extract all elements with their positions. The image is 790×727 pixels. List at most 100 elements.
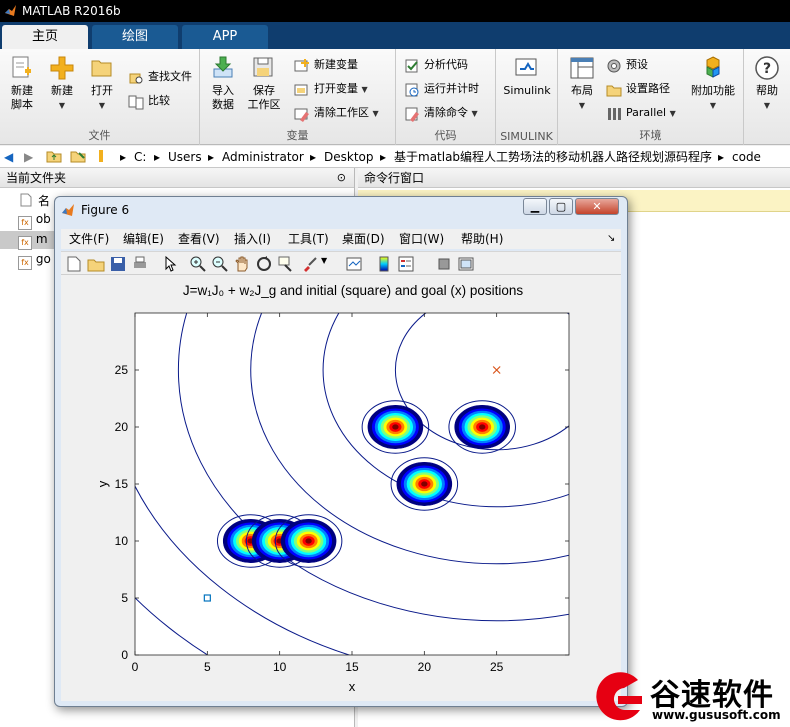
addons-button[interactable]: 附加功能 ▼ [686, 55, 740, 113]
new-figure-icon[interactable] [65, 255, 83, 273]
maximize-button[interactable]: ▢ [549, 198, 573, 215]
find-files-button[interactable]: 查找文件 [128, 69, 192, 87]
rotate-3d-icon[interactable] [255, 255, 273, 273]
legend-icon[interactable] [397, 255, 415, 273]
zoom-out-icon[interactable] [211, 255, 229, 273]
data-cursor-icon[interactable] [277, 255, 295, 273]
new-script-label: 新建 脚本 [11, 84, 33, 111]
pointer-icon[interactable] [161, 255, 179, 273]
forward-arrow-icon[interactable]: ▶ [24, 146, 33, 168]
hide-plot-tools-icon[interactable] [435, 255, 453, 273]
menu-insert[interactable]: 插入(I) [234, 229, 271, 249]
set-path-button[interactable]: 设置路径 [606, 81, 670, 99]
compare-label: 比较 [148, 94, 170, 107]
chevron-down-icon: ▼ [372, 109, 379, 118]
run-and-time-button[interactable]: 运行并计时 [404, 81, 479, 99]
open-button[interactable]: 打开 ▼ [84, 55, 120, 113]
chevron-down-icon: ▼ [709, 101, 717, 110]
menu-edit[interactable]: 编辑(E) [123, 229, 164, 249]
section-label-code: 代码 [434, 129, 457, 142]
m-file-icon: fx [18, 256, 32, 270]
list-item[interactable]: fx go [18, 252, 58, 270]
menu-help[interactable]: 帮助(H) [461, 229, 503, 249]
link-plot-icon[interactable] [345, 255, 363, 273]
y-tick-label: 5 [121, 591, 128, 605]
plus-icon [49, 55, 75, 81]
new-button[interactable]: 新建 ▼ [44, 55, 80, 113]
set-path-label: 设置路径 [626, 82, 670, 95]
simulink-label: Simulink [503, 84, 551, 97]
addons-icon [700, 55, 726, 81]
list-item[interactable]: fx m [18, 232, 58, 250]
help-button[interactable]: ? 帮助 ▼ [748, 55, 786, 113]
parallel-button[interactable]: Parallel ▼ [606, 105, 676, 123]
import-data-button[interactable]: 导入 数据 [206, 55, 240, 112]
new-variable-button[interactable]: 新建变量 [294, 57, 358, 75]
breadcrumb-segment[interactable]: C: [134, 146, 146, 168]
new-variable-label: 新建变量 [314, 58, 358, 71]
minimize-button[interactable]: ▁ [523, 198, 547, 215]
open-file-icon[interactable] [87, 255, 105, 273]
simulink-button[interactable]: Simulink [500, 55, 554, 98]
save-workspace-button[interactable]: 保存 工作区 [244, 55, 284, 112]
figure-canvas[interactable]: J=w₁J₀ + w₂J_g and initial (square) and … [61, 275, 621, 701]
menu-desktop[interactable]: 桌面(D) [342, 229, 385, 249]
figure-window[interactable]: Figure 6 ▁ ▢ ✕ 文件(F) 编辑(E) 查看(V) 插入(I) 工… [54, 196, 628, 707]
zoom-in-icon[interactable] [189, 255, 207, 273]
breadcrumb-segment[interactable]: Users [168, 146, 202, 168]
breadcrumb-segment[interactable]: 基于matlab编程人工势场法的移动机器人路径规划源码程序 [394, 146, 712, 168]
menu-dock-icon[interactable]: ↘ [607, 229, 615, 249]
layout-button[interactable]: 布局 ▼ [562, 55, 602, 113]
print-icon[interactable] [131, 255, 149, 273]
analyze-code-icon [405, 59, 418, 73]
brush-icon[interactable] [301, 255, 319, 273]
menu-file[interactable]: 文件(F) [69, 229, 109, 249]
layout-icon [569, 55, 595, 81]
open-variable-icon [294, 84, 308, 96]
open-label: 打开 [91, 84, 113, 97]
open-variable-button[interactable]: 打开变量 ▼ [294, 81, 368, 99]
breadcrumb-segment[interactable]: code [732, 146, 761, 168]
chevron-down-icon: ▼ [578, 101, 586, 110]
ribbon: 新建 脚本 新建 ▼ 打开 ▼ 查找文件 比较 文件 导入 数据 保存 工作区 [0, 49, 790, 145]
clear-commands-label: 清除命令 [424, 106, 468, 119]
y-axis-label: y [95, 480, 110, 487]
obstacle-contour-ring [421, 481, 428, 487]
run-and-time-icon [405, 83, 419, 97]
command-window-header: 命令行窗口 [358, 168, 790, 188]
path-separator-icon: ▸ [154, 150, 161, 164]
parallel-label: Parallel [626, 106, 667, 119]
tab-plots[interactable]: 绘图 [92, 25, 178, 49]
m-file-icon: fx [18, 216, 32, 230]
clear-workspace-button[interactable]: 清除工作区 ▼ [294, 105, 379, 123]
pan-hand-icon[interactable] [233, 255, 251, 273]
up-folder-icon[interactable] [46, 146, 62, 168]
tab-home[interactable]: 主页 [2, 25, 88, 49]
svg-text:?: ? [763, 61, 771, 77]
analyze-code-button[interactable]: 分析代码 [404, 57, 468, 75]
show-plot-tools-icon[interactable] [457, 255, 475, 273]
panel-menu-icon[interactable]: ⊙ [337, 168, 346, 188]
back-arrow-icon[interactable]: ◀ [4, 146, 13, 168]
colorbar-icon[interactable] [375, 255, 393, 273]
section-label-variable: 变量 [286, 129, 309, 142]
breadcrumb-segment[interactable]: Administrator [222, 146, 304, 168]
preferences-button[interactable]: 预设 [606, 57, 648, 75]
save-icon[interactable] [109, 255, 127, 273]
tab-apps[interactable]: APP [182, 25, 268, 49]
new-script-button[interactable]: 新建 脚本 [4, 55, 40, 112]
section-label-environment: 环境 [639, 129, 662, 142]
breadcrumb-segment[interactable]: Desktop [324, 146, 374, 168]
file-list-column-header[interactable]: 名 [20, 192, 50, 209]
x-tick-label: 5 [204, 660, 211, 674]
close-button[interactable]: ✕ [575, 198, 619, 215]
clear-commands-button[interactable]: 清除命令 ▼ [404, 105, 478, 123]
browse-folder-icon[interactable] [70, 146, 86, 168]
menu-window[interactable]: 窗口(W) [399, 229, 444, 249]
chevron-down-icon: ▼ [471, 109, 478, 118]
list-item[interactable]: fx ob [18, 212, 58, 230]
compare-button[interactable]: 比较 [128, 93, 170, 111]
menu-view[interactable]: 查看(V) [178, 229, 220, 249]
menu-tools[interactable]: 工具(T) [288, 229, 329, 249]
chevron-down-icon[interactable]: ▼ [321, 256, 327, 265]
